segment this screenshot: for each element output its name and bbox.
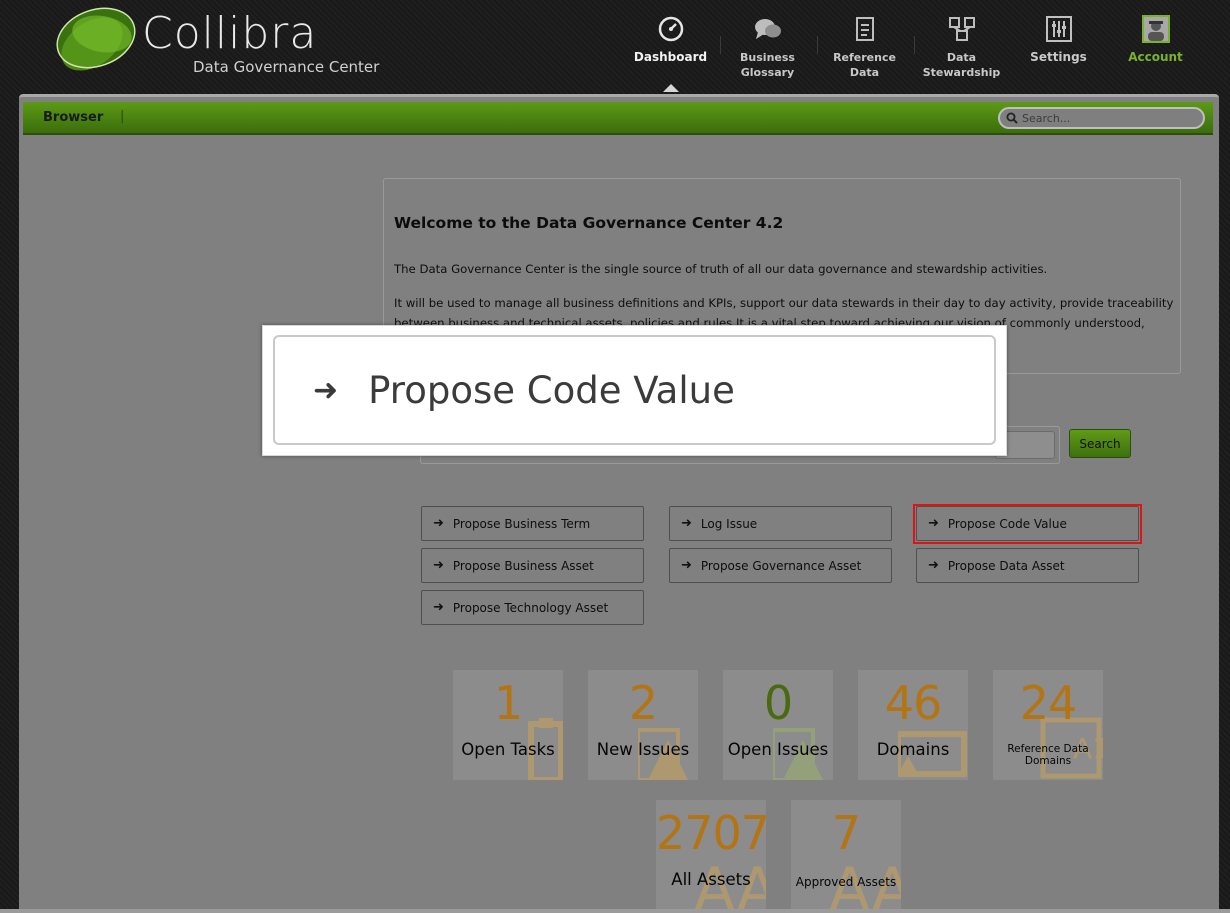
search-icon (1006, 112, 1018, 124)
main-panel: Browser | Welcome to the Data Governance… (19, 94, 1219, 913)
log-issue-button[interactable]: ➜ Log Issue (669, 506, 892, 541)
nav-reference-data[interactable]: Reference Data (816, 0, 913, 92)
tile-value: 2707 (656, 806, 766, 860)
nav-divider (817, 36, 818, 54)
nav-settings-label: Settings (1030, 50, 1087, 64)
dashboard-icon (657, 15, 685, 43)
propose-button-label: Propose Business Term (452, 516, 591, 531)
nav-dashboard[interactable]: Dashboard (622, 0, 719, 92)
toolbar-separator: | (120, 109, 125, 124)
tile-label: Domains (876, 740, 950, 759)
zoomed-button-label: Propose Code Value (368, 368, 735, 412)
main-nav: Dashboard Business Glossary Reference Da… (622, 0, 1204, 92)
propose-technology-asset-button[interactable]: ➜ Propose Technology Asset (421, 590, 644, 625)
tile-value: 7 (831, 806, 861, 860)
nav-account[interactable]: Account (1107, 0, 1204, 92)
user-avatar-icon (1141, 15, 1170, 43)
tile-label: Open Issues (727, 740, 829, 759)
arrow-right-icon: ➜ (433, 600, 444, 615)
nav-data-stewardship[interactable]: Data Stewardship (913, 0, 1010, 92)
nav-reference-data-label: Reference Data (833, 51, 896, 79)
tile-value: 46 (884, 676, 943, 730)
collibra-logo-icon (56, 7, 136, 71)
propose-button-label: Log Issue (700, 516, 758, 531)
arrow-right-icon: ➜ (433, 516, 444, 531)
tile-label: All Assets (671, 870, 751, 889)
nav-settings[interactable]: Settings (1010, 0, 1107, 92)
tile-label: Reference Data Domains (1007, 743, 1089, 767)
tile-value: 24 (1019, 676, 1078, 730)
nav-divider (914, 36, 915, 54)
browser-link[interactable]: Browser (43, 110, 103, 125)
welcome-paragraph-1: The Data Governance Center is the single… (394, 262, 1048, 276)
tile-reference-data-domains[interactable]: A1 24 Reference Data Domains (993, 670, 1103, 780)
arrow-right-icon: ➜ (681, 558, 692, 573)
zoom-callout: ➜ Propose Code Value (262, 325, 1007, 456)
propose-button-label: Propose Business Asset (452, 558, 594, 573)
tile-label: Approved Assets (795, 875, 897, 889)
nav-business-glossary-label: Business Glossary (740, 51, 795, 79)
arrow-right-icon: ➜ (433, 558, 444, 573)
toolbar-search[interactable] (998, 107, 1205, 129)
propose-button-label: Propose Technology Asset (452, 600, 609, 615)
arrow-right-icon: ➜ (313, 372, 339, 408)
brand-subtitle: Data Governance Center (193, 58, 380, 76)
propose-governance-asset-button[interactable]: ➜ Propose Governance Asset (669, 548, 892, 583)
tile-all-assets[interactable]: AA 2707 All Assets (656, 800, 766, 910)
bottom-border (0, 909, 1230, 913)
propose-business-asset-button[interactable]: ➜ Propose Business Asset (421, 548, 644, 583)
tile-value: 2 (628, 676, 658, 730)
arrow-right-icon: ➜ (928, 558, 939, 573)
nav-data-stewardship-label: Data Stewardship (922, 51, 1001, 79)
tile-open-issues[interactable]: 0 Open Issues (723, 670, 833, 780)
sliders-icon (1045, 15, 1073, 43)
reference-data-icon (851, 15, 879, 43)
tile-label: Open Tasks (461, 740, 555, 759)
tile-value: 0 (763, 676, 793, 730)
nav-divider (720, 36, 721, 54)
tile-new-issues[interactable]: 2 New Issues (588, 670, 698, 780)
propose-business-term-button[interactable]: ➜ Propose Business Term (421, 506, 644, 541)
tile-domains[interactable]: 46 Domains (858, 670, 968, 780)
search-input[interactable] (1022, 109, 1200, 127)
arrow-right-icon: ➜ (681, 516, 692, 531)
nav-business-glossary[interactable]: Business Glossary (719, 0, 816, 92)
collibra-logo[interactable]: Collibra Data Governance Center (52, 4, 392, 84)
tile-label: New Issues (596, 740, 690, 759)
tile-open-tasks[interactable]: 1 Open Tasks (453, 670, 563, 780)
stewardship-icon (948, 15, 976, 43)
zoomed-propose-code-value-button[interactable]: ➜ Propose Code Value (273, 335, 996, 445)
tile-value: 1 (493, 676, 523, 730)
propose-data-asset-button[interactable]: ➜ Propose Data Asset (916, 548, 1139, 583)
nav-account-label: Account (1128, 50, 1183, 64)
propose-button-label: Propose Data Asset (947, 558, 1065, 573)
green-toolbar: Browser | (23, 102, 1213, 135)
welcome-title: Welcome to the Data Governance Center 4.… (394, 214, 784, 232)
tile-approved-assets[interactable]: AA 7 Approved Assets (791, 800, 901, 910)
propose-button-label: Propose Governance Asset (700, 558, 862, 573)
brand-name: Collibra (142, 8, 318, 59)
nav-dashboard-label: Dashboard (633, 50, 708, 64)
highlight-box (913, 504, 1142, 544)
speech-bubbles-icon (754, 15, 782, 43)
search-button[interactable]: Search (1069, 429, 1131, 458)
